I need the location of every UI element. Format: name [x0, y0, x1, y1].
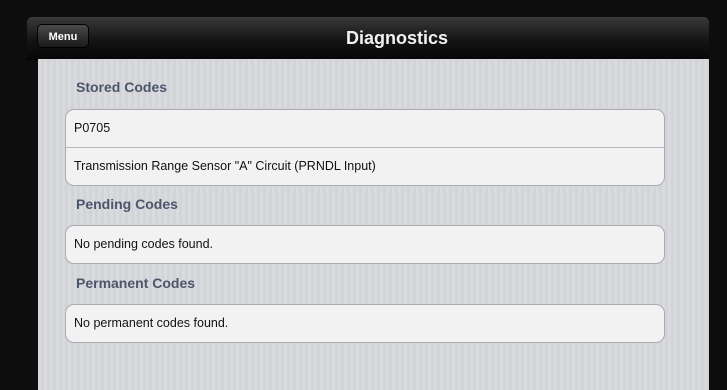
- permanent-codes-group: No permanent codes found.: [65, 304, 665, 343]
- pending-code-row[interactable]: No pending codes found.: [66, 226, 664, 263]
- navigation-bar: Menu Diagnostics: [27, 17, 709, 60]
- stored-codes-group: P0705 Transmission Range Sensor "A" Circ…: [65, 109, 665, 186]
- ipad-screen: Menu Diagnostics Stored Codes P0705 Tran…: [0, 0, 727, 390]
- content-area: Stored Codes P0705 Transmission Range Se…: [38, 59, 709, 390]
- stored-code-description-row[interactable]: Transmission Range Sensor "A" Circuit (P…: [66, 147, 664, 185]
- stored-code-row[interactable]: P0705: [66, 110, 664, 147]
- permanent-codes-header: Permanent Codes: [76, 275, 196, 291]
- pending-codes-group: No pending codes found.: [65, 225, 665, 264]
- stored-codes-header: Stored Codes: [76, 79, 168, 95]
- page-title: Diagnostics: [345, 28, 449, 48]
- pending-codes-header: Pending Codes: [76, 196, 178, 212]
- menu-button[interactable]: Menu: [37, 24, 89, 48]
- permanent-code-row[interactable]: No permanent codes found.: [66, 305, 664, 342]
